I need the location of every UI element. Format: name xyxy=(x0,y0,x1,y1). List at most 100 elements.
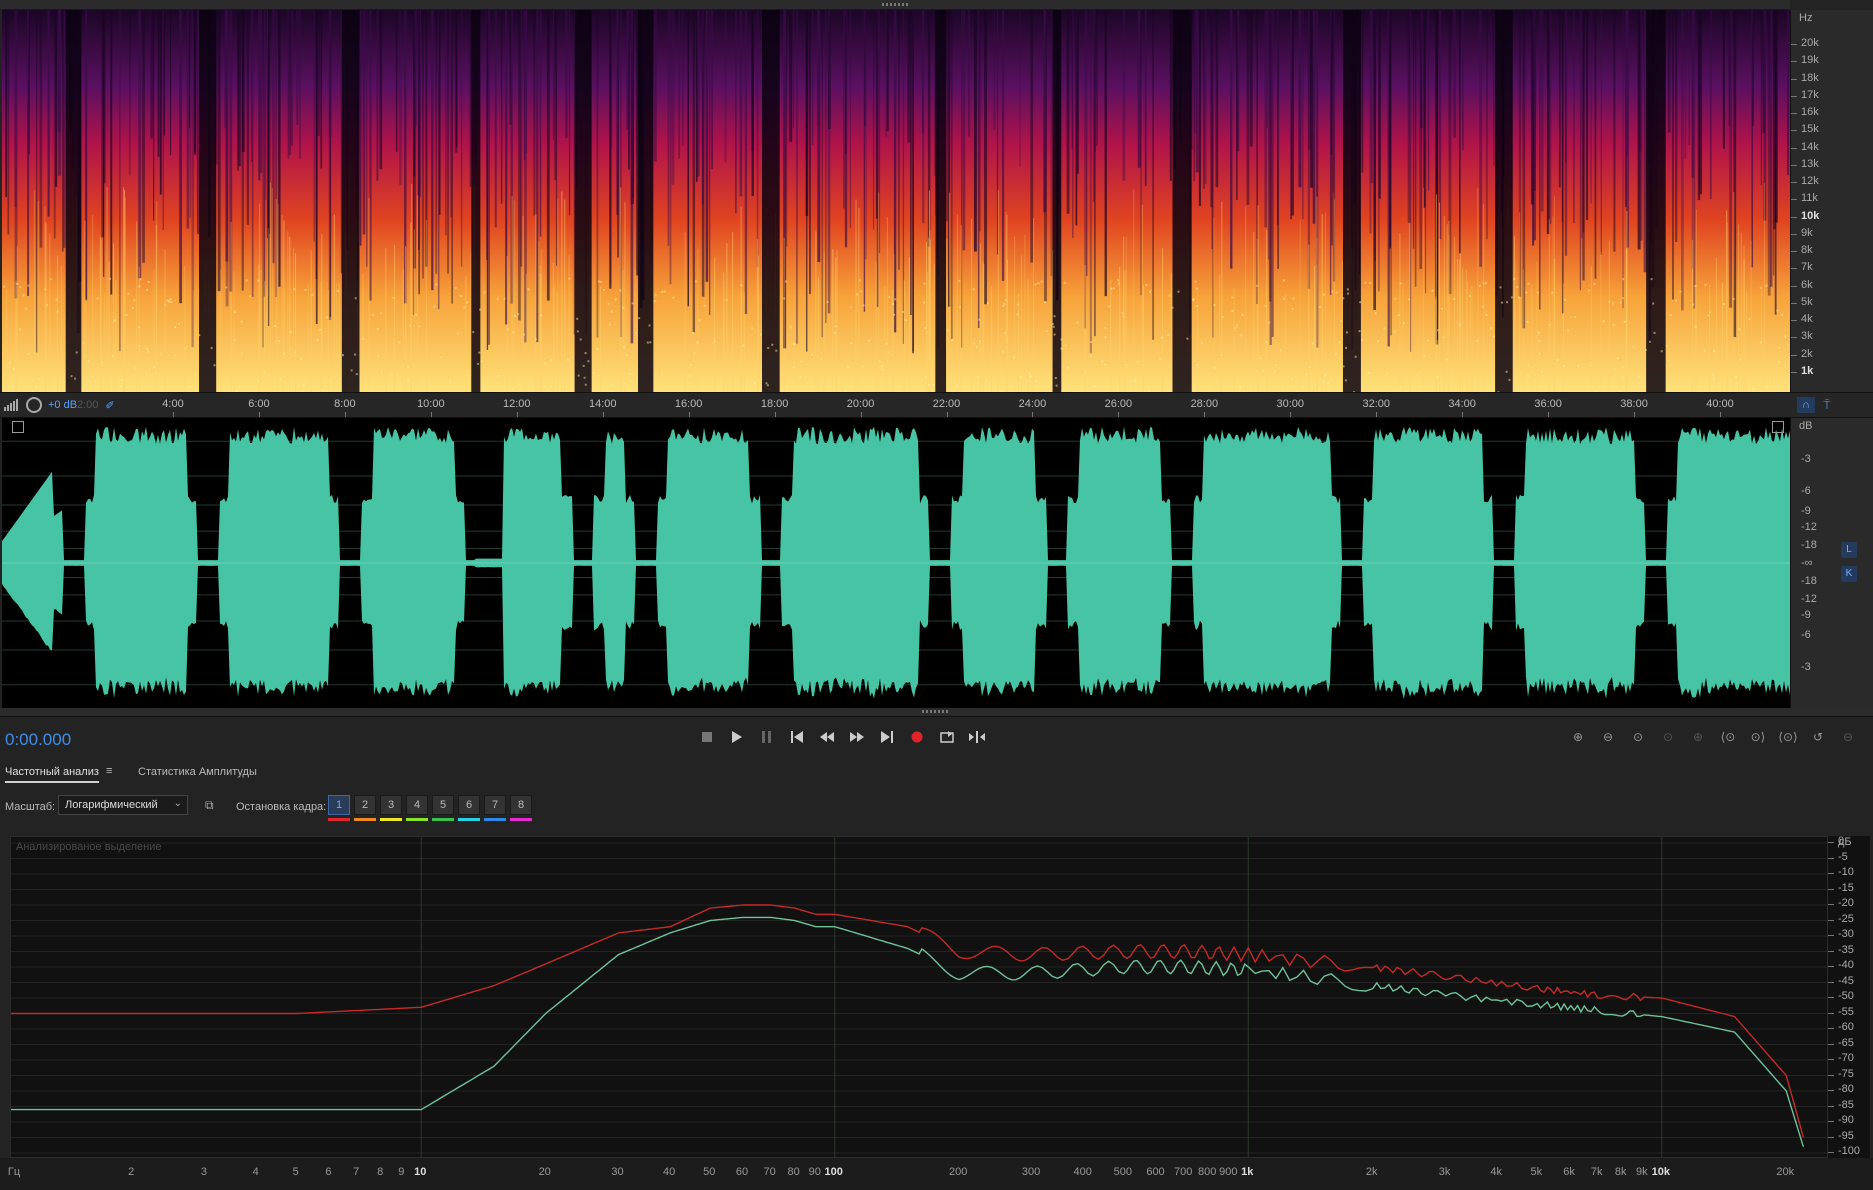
headphones-icon[interactable]: ∩ xyxy=(1797,397,1815,413)
expand-view-icon[interactable] xyxy=(1772,421,1784,433)
freq-label: 1k xyxy=(1801,365,1814,377)
level-readout[interactable]: +0 dB xyxy=(48,399,77,411)
freeze-frame-button-3[interactable]: 3 xyxy=(380,795,402,815)
db-label: -18 xyxy=(1801,575,1817,587)
middle-resize-handle[interactable] xyxy=(0,708,1873,716)
zoom-in-time-icon[interactable]: ⊕ xyxy=(1686,727,1710,747)
current-time-readout[interactable]: 0:00.000 xyxy=(5,730,71,750)
db-label: -9 xyxy=(1801,505,1811,517)
freq-tick xyxy=(1791,130,1797,132)
marker-icon[interactable]: ⍑ xyxy=(1820,397,1834,413)
freq-tick xyxy=(1791,302,1797,304)
hz-unit: Гц xyxy=(7,1166,21,1178)
hz-label: 300 xyxy=(1021,1166,1041,1178)
hz-label: 2 xyxy=(128,1166,135,1178)
freq-tick xyxy=(1791,78,1797,80)
copy-icon[interactable]: ⧉ xyxy=(205,798,219,812)
scale-dropdown[interactable]: Логарифмический ⌄ xyxy=(58,795,188,815)
fast-forward-button[interactable] xyxy=(846,727,868,747)
freq-tick xyxy=(1791,147,1797,149)
time-tick xyxy=(602,412,604,417)
freeze-frame-button-6[interactable]: 6 xyxy=(458,795,480,815)
skip-to-start-button[interactable] xyxy=(786,727,808,747)
pin-icon[interactable]: ✐ xyxy=(103,399,117,413)
freeze-frame-button-4[interactable]: 4 xyxy=(406,795,428,815)
time-tick xyxy=(1032,412,1034,417)
waveform-display[interactable] xyxy=(2,418,1790,708)
freeze-frame-button-8[interactable]: 8 xyxy=(510,795,532,815)
spectrogram-canvas xyxy=(2,10,1790,392)
freq-tick xyxy=(1791,354,1797,356)
time-tick xyxy=(1376,412,1378,417)
frequency-analysis-chart[interactable] xyxy=(10,836,1828,1158)
freq-label: 15k xyxy=(1801,123,1819,136)
pause-button[interactable] xyxy=(756,727,778,747)
freq-label: 18k xyxy=(1801,71,1819,84)
top-panel-resize-handle[interactable] xyxy=(0,0,1790,10)
db-tick xyxy=(1828,1090,1834,1091)
zoom-fit-icon[interactable]: ⟨⊙⟩ xyxy=(1776,727,1800,747)
db-label: 0 xyxy=(1838,835,1845,847)
freq-label: 16k xyxy=(1801,106,1819,119)
channel-left-badge[interactable]: L xyxy=(1841,542,1857,558)
zoom-disabled-icon[interactable]: ⊖ xyxy=(1836,727,1860,747)
freq-label: 5k xyxy=(1801,295,1813,308)
hz-label: 60 xyxy=(735,1166,749,1178)
hz-label: 5 xyxy=(292,1166,299,1178)
db-label: -30 xyxy=(1838,928,1854,940)
freeze-frame-button-1[interactable]: 1 xyxy=(328,795,350,815)
freeze-frame-button-2[interactable]: 2 xyxy=(354,795,376,815)
frequency-unit: Hz xyxy=(1799,12,1813,24)
hz-label: 700 xyxy=(1174,1166,1193,1178)
record-button[interactable] xyxy=(906,727,928,747)
timeline-label-hidden: 2:00 xyxy=(77,399,99,411)
db-ruler: дБ 0 -5 -10 -15 -20 -25 -30 -35 -40 -45 -50 -55 -60-… xyxy=(1828,835,1870,1158)
freeze-frame-color-8 xyxy=(510,818,532,821)
play-button[interactable] xyxy=(726,727,748,747)
db-label: -5 xyxy=(1838,850,1848,863)
channel-right-badge[interactable]: K xyxy=(1841,566,1857,582)
freeze-frame-color-5 xyxy=(432,818,454,821)
db-tick xyxy=(1828,997,1834,998)
time-label: 20:00 xyxy=(846,398,875,410)
zoom-full-icon[interactable]: ⊙ xyxy=(1626,727,1650,747)
freeze-frame-button-5[interactable]: 5 xyxy=(432,795,454,815)
panel-tabs: Частотный анализ ≡ Статистика Амплитуды xyxy=(0,762,1873,786)
frequency-analysis-options: Масштаб: Логарифмический ⌄ ⧉ Остановка к… xyxy=(0,792,1873,822)
hz-label: 20k xyxy=(1776,1166,1795,1178)
zoom-out-right-icon[interactable]: ⊙⟩ xyxy=(1746,727,1770,747)
db-tick xyxy=(1828,950,1834,952)
freeze-frame-button-7[interactable]: 7 xyxy=(484,795,506,815)
time-label: 36:00 xyxy=(1534,398,1562,410)
skip-selection-button[interactable] xyxy=(966,727,988,747)
hz-label: 80 xyxy=(787,1166,800,1178)
freq-tick xyxy=(1791,320,1797,322)
freeze-frame-color-7 xyxy=(484,818,506,821)
rewind-button[interactable] xyxy=(816,727,838,747)
time-label: 26:00 xyxy=(1104,398,1133,410)
time-tick xyxy=(258,412,260,417)
tab-frequency-analysis[interactable]: Частотный анализ xyxy=(5,766,99,783)
db-label: -3 xyxy=(1801,661,1811,673)
loop-button[interactable] xyxy=(936,727,958,747)
time-tick xyxy=(1204,412,1206,417)
hz-label: 8k xyxy=(1614,1166,1627,1178)
fit-view-icon[interactable] xyxy=(12,421,24,433)
zoom-reset-icon[interactable]: ↺ xyxy=(1806,727,1830,747)
zoom-selection-icon[interactable]: ⊙ xyxy=(1656,727,1680,747)
skip-to-end-button[interactable] xyxy=(876,727,898,747)
tab-menu-icon[interactable]: ≡ xyxy=(106,765,112,777)
db-tick xyxy=(1828,904,1834,905)
stop-button[interactable] xyxy=(696,727,718,747)
db-tick xyxy=(1828,888,1834,890)
spectral-frequency-display[interactable] xyxy=(2,10,1790,392)
time-tick xyxy=(1548,412,1550,417)
tab-amplitude-statistics[interactable]: Статистика Амплитуды xyxy=(138,766,257,778)
timeline-ruler[interactable]: +0 dB 2:00 ✐ ∩ ⍑ 4:00 6:00 8:00 10:00 12:00 1… xyxy=(0,392,1873,418)
zoom-in-amplitude-icon[interactable]: ⊕ xyxy=(1566,727,1590,747)
volume-knob-icon[interactable] xyxy=(26,397,42,413)
time-tick xyxy=(774,412,776,417)
zoom-out-left-icon[interactable]: ⟨⊙ xyxy=(1716,727,1740,747)
time-label: 32:00 xyxy=(1362,398,1390,410)
zoom-out-amplitude-icon[interactable]: ⊖ xyxy=(1596,727,1620,747)
